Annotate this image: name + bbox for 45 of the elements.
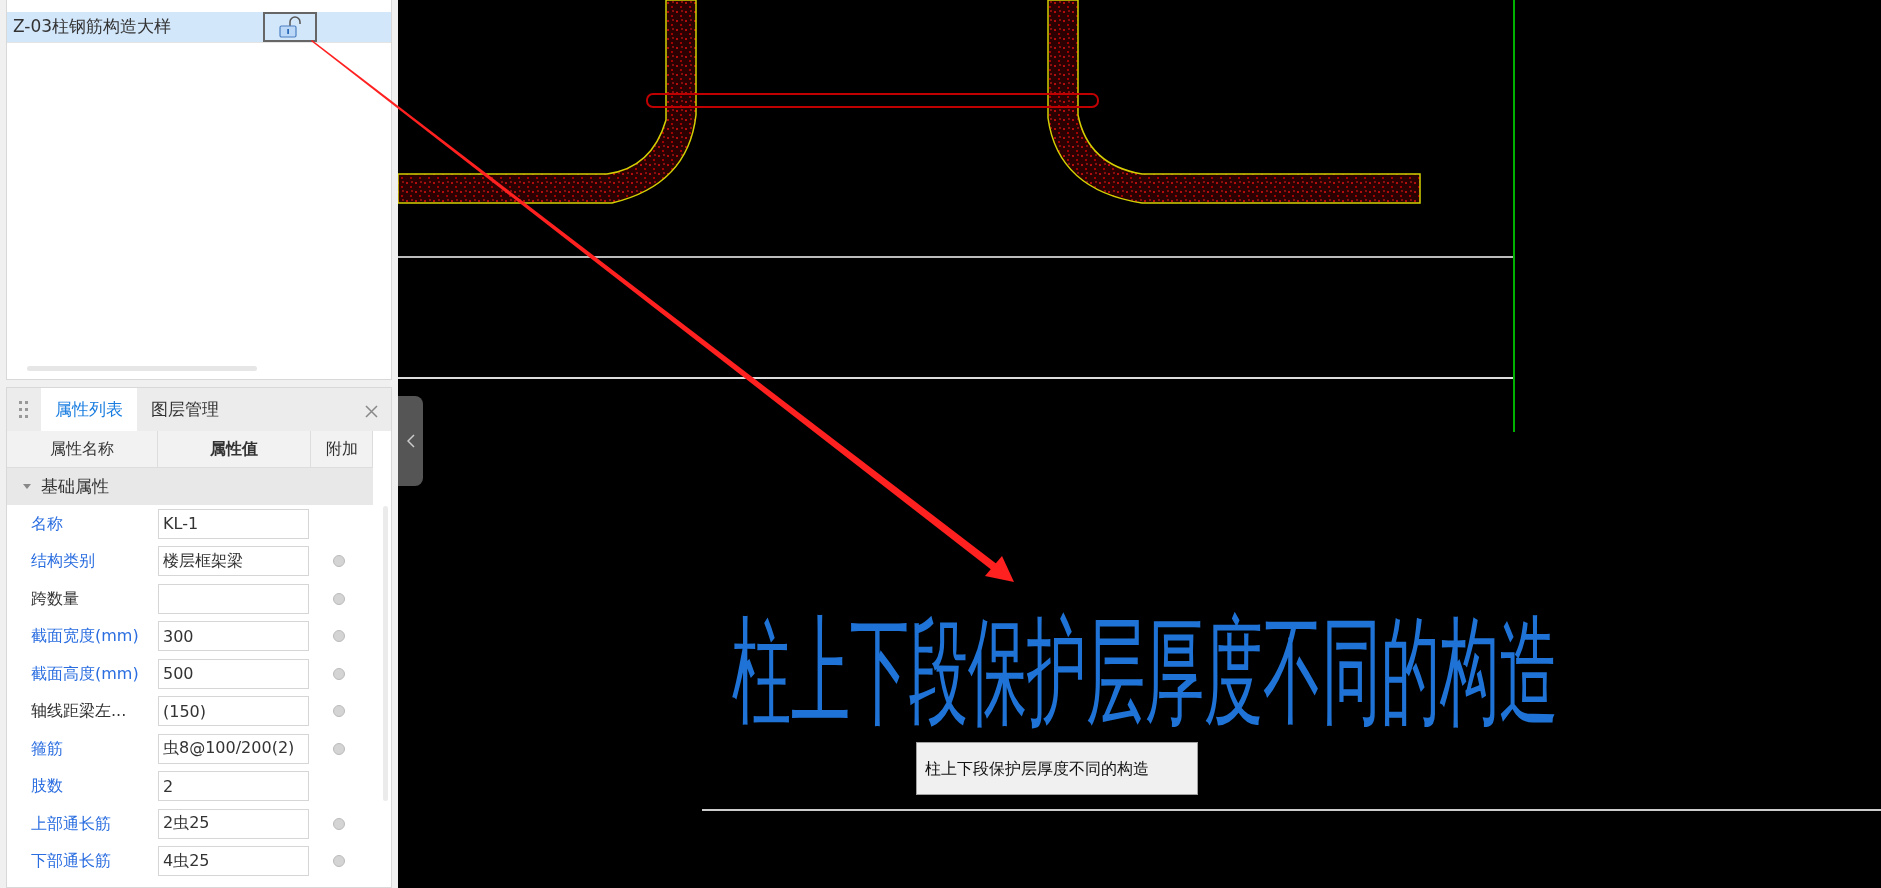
attach-radio[interactable] bbox=[333, 630, 345, 643]
attach-radio[interactable] bbox=[333, 592, 345, 605]
property-value-field[interactable]: (150) bbox=[158, 696, 309, 727]
property-name: 上部通长筋 bbox=[30, 812, 112, 835]
attach-radio[interactable] bbox=[333, 667, 345, 680]
property-name: 名称 bbox=[30, 512, 64, 535]
chevron-left-icon bbox=[406, 434, 415, 448]
close-icon bbox=[364, 404, 378, 418]
property-name: 轴线距梁左... bbox=[30, 700, 128, 723]
attach-radio[interactable] bbox=[333, 705, 345, 718]
layer-row[interactable]: Z-03柱钢筋构造大样 bbox=[7, 12, 391, 43]
property-value-field[interactable]: 2 bbox=[158, 771, 309, 802]
property-name: 箍筋 bbox=[30, 737, 64, 760]
panel-tab[interactable]: 图层管理 bbox=[137, 388, 233, 431]
column-header: 属性值 bbox=[158, 431, 311, 467]
property-value-field[interactable]: KL-1 bbox=[158, 508, 309, 539]
scrollbar[interactable] bbox=[27, 366, 257, 371]
property-name: 肢数 bbox=[30, 775, 64, 798]
tooltip: 柱上下段保护层厚度不同的构造 bbox=[916, 742, 1198, 795]
group-row[interactable]: 基础属性 bbox=[7, 468, 373, 505]
drag-handle-icon[interactable] bbox=[19, 400, 29, 419]
property-value-field[interactable]: 2虫25 bbox=[158, 808, 309, 839]
attach-radio[interactable] bbox=[333, 742, 345, 755]
lock-button[interactable] bbox=[263, 12, 317, 42]
layer-name: Z-03柱钢筋构造大样 bbox=[12, 15, 173, 39]
collapse-handle[interactable] bbox=[398, 396, 423, 486]
property-name: 跨数量 bbox=[30, 587, 80, 610]
caret-icon bbox=[23, 483, 31, 490]
property-value-field[interactable]: 500 bbox=[158, 658, 309, 689]
column-header: 附加 bbox=[311, 431, 373, 467]
column-header: 属性名称 bbox=[7, 431, 158, 467]
property-value-field[interactable]: 楼层框架梁 bbox=[158, 546, 309, 577]
property-value-field[interactable] bbox=[158, 583, 309, 614]
property-name: 截面高度(mm) bbox=[30, 662, 140, 685]
attach-radio[interactable] bbox=[333, 555, 345, 568]
property-name: 结构类别 bbox=[30, 550, 96, 573]
panel-tab[interactable]: 属性列表 bbox=[41, 388, 137, 431]
property-value-field[interactable]: 虫8@100/200(2) bbox=[158, 733, 309, 764]
property-value-field[interactable]: 300 bbox=[158, 621, 309, 652]
property-name: 下部通长筋 bbox=[30, 850, 112, 873]
property-value-field[interactable]: 4虫25 bbox=[158, 846, 309, 877]
attach-radio[interactable] bbox=[333, 817, 345, 830]
drawing-text: 柱上下段保护层厚度不同的构造 bbox=[732, 612, 1558, 730]
attach-radio[interactable] bbox=[333, 855, 345, 868]
property-name: 截面宽度(mm) bbox=[30, 625, 140, 648]
